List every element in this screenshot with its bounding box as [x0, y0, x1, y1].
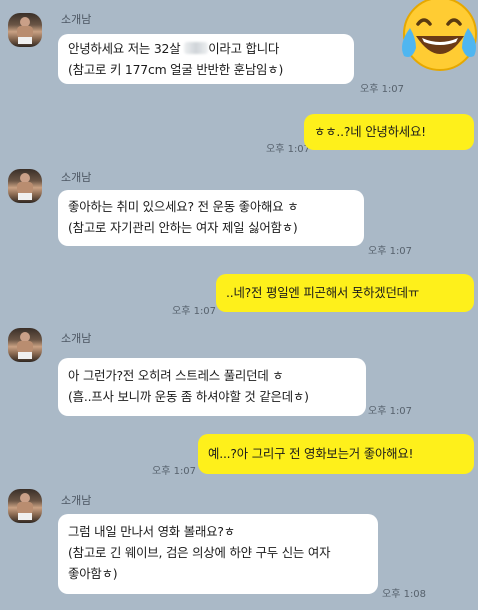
sender-avatar[interactable]: [8, 169, 42, 203]
message-time: 오후 1:07: [368, 246, 413, 257]
sender-avatar[interactable]: [8, 13, 42, 47]
message-time: 오후 1:07: [152, 466, 197, 477]
message-text: 안녕하세요 저는 32살: [68, 41, 185, 56]
message-time: 오후 1:07: [368, 406, 413, 417]
message-time: 오후 1:08: [382, 589, 427, 600]
incoming-message-bubble[interactable]: 아 그런가?전 오히려 스트레스 풀리던데 ㅎ (흠..프사 보니까 운동 좀 …: [58, 358, 366, 416]
censor-blur: [184, 42, 209, 54]
message-time: 오후 1:07: [172, 306, 217, 317]
sender-avatar[interactable]: [8, 489, 42, 523]
outgoing-message-bubble[interactable]: ..네?전 평일엔 피곤해서 못하겠던데ㅠ: [216, 274, 474, 312]
incoming-message-bubble[interactable]: 좋아하는 취미 있으세요? 전 운동 좋아해요 ㅎ (참고로 자기관리 안하는 …: [58, 190, 364, 246]
message-time: 오후 1:07: [360, 84, 405, 95]
sender-name: 소개남: [61, 494, 92, 507]
sender-name: 소개남: [61, 13, 92, 26]
outgoing-message-bubble[interactable]: ㅎㅎ..?네 안녕하세요!: [304, 114, 474, 150]
sender-name: 소개남: [61, 171, 92, 184]
incoming-message-bubble[interactable]: 안녕하세요 저는 32살 이라고 합니다 (참고로 키 177cm 얼굴 반반한 …: [58, 34, 354, 84]
incoming-message-bubble[interactable]: 그럼 내일 만나서 영화 볼래요?ㅎ (참고로 긴 웨이브, 검은 의상에 하얀…: [58, 514, 378, 594]
laughing-tears-emoji-icon: [402, 0, 477, 71]
sender-avatar[interactable]: [8, 328, 42, 362]
outgoing-message-bubble[interactable]: 예...?아 그리구 전 영화보는거 좋아해요!: [198, 434, 474, 474]
message-text: (참고로 키 177cm 얼굴 반반한 훈남임ㅎ): [68, 62, 284, 77]
sender-name: 소개남: [61, 332, 92, 345]
message-text: 이라고 합니다: [208, 41, 280, 56]
